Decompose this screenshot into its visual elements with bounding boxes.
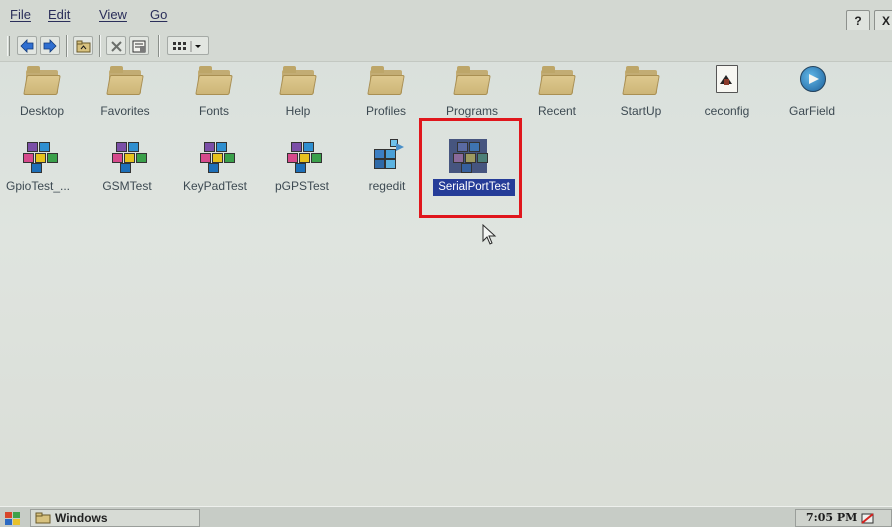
views-icon xyxy=(173,41,201,52)
toolbar-grip[interactable] xyxy=(7,36,10,56)
folder-icon xyxy=(23,64,61,98)
toolbar-separator xyxy=(158,35,160,57)
item-label: Programs xyxy=(445,104,498,118)
item-label: Profiles xyxy=(365,104,406,118)
item-label: Recent xyxy=(537,104,577,118)
item-label: pGPSTest xyxy=(274,179,330,193)
app-cubes-icon xyxy=(108,139,147,173)
menu-go[interactable]: Go xyxy=(150,7,167,22)
properties-button[interactable] xyxy=(129,36,149,55)
menu-view[interactable]: View xyxy=(99,7,127,22)
app-cubes-icon xyxy=(283,139,322,173)
item-label: GpioTest_... xyxy=(5,179,71,193)
views-dropdown[interactable] xyxy=(167,36,209,55)
start-button[interactable] xyxy=(2,510,28,527)
folder-icon xyxy=(106,64,144,98)
menu-file[interactable]: File xyxy=(10,7,31,22)
taskbar: Windows 7:05 PM xyxy=(0,506,892,527)
highlight-box xyxy=(419,118,522,218)
taskbar-window-button[interactable]: Windows xyxy=(30,509,200,527)
network-icon[interactable] xyxy=(860,512,876,526)
properties-icon xyxy=(132,40,146,53)
system-tray: 7:05 PM xyxy=(795,509,892,527)
menu-edit[interactable]: Edit xyxy=(48,7,70,22)
menu-bar: File Edit View Go ? X xyxy=(0,0,892,32)
item-label: Help xyxy=(285,104,311,118)
app-cubes-icon xyxy=(196,139,235,173)
item-label: KeyPadTest xyxy=(182,179,248,193)
folder-icon xyxy=(279,64,317,98)
registry-icon xyxy=(368,139,406,173)
clock[interactable]: 7:05 PM xyxy=(806,511,857,524)
document-icon xyxy=(708,64,746,98)
mouse-cursor-icon xyxy=(482,224,497,245)
app-cubes-icon xyxy=(19,139,58,173)
up-folder-button[interactable] xyxy=(73,36,93,55)
item-label: Favorites xyxy=(100,104,150,118)
delete-button[interactable] xyxy=(106,36,126,55)
explorer-window: File Edit View Go ? X Desktop Favorites … xyxy=(0,0,892,527)
item-label: StartUp xyxy=(620,104,662,118)
forward-button[interactable] xyxy=(40,36,60,55)
back-icon xyxy=(20,39,34,53)
item-label: Desktop xyxy=(19,104,65,118)
folder-icon xyxy=(195,64,233,98)
toolbar-separator xyxy=(66,35,68,57)
item-label: Fonts xyxy=(198,104,229,118)
toolbar-separator xyxy=(99,35,101,57)
up-folder-icon xyxy=(76,40,90,53)
item-label: regedit xyxy=(368,179,406,193)
windows-logo-icon xyxy=(5,512,20,525)
forward-icon xyxy=(43,39,57,53)
item-label: ceconfig xyxy=(704,104,750,118)
folder-icon xyxy=(453,64,491,98)
folder-icon xyxy=(35,512,51,524)
delete-icon xyxy=(110,41,122,52)
folder-icon xyxy=(538,64,576,98)
toolbar xyxy=(0,30,892,62)
close-button[interactable]: X xyxy=(874,10,892,32)
help-button[interactable]: ? xyxy=(846,10,870,32)
taskbar-window-label: Windows xyxy=(55,511,108,525)
item-label: GarField xyxy=(788,104,835,118)
back-button[interactable] xyxy=(17,36,37,55)
folder-icon xyxy=(367,64,405,98)
media-icon xyxy=(793,64,831,98)
folder-icon xyxy=(622,64,660,98)
item-label: GSMTest xyxy=(102,179,152,193)
